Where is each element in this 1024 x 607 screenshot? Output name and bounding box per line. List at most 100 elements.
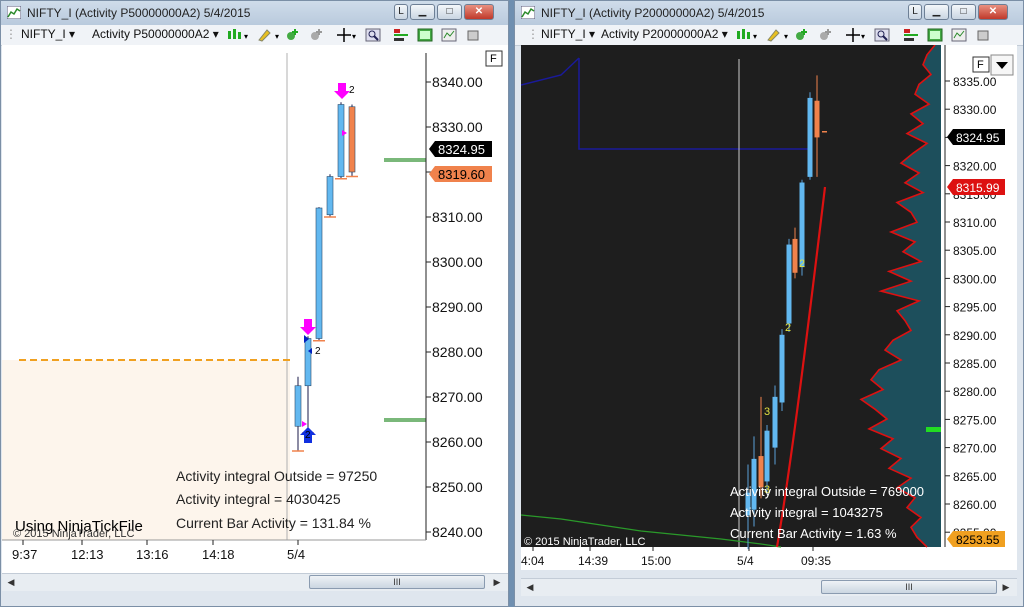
print-icon[interactable] [977,28,989,42]
scroll-thumb[interactable]: III [821,580,997,594]
print-icon[interactable] [467,28,479,42]
price-tick-label: 8265.00 [953,470,997,484]
minimize-button[interactable]: ▁ [410,4,435,20]
crosshair-icon[interactable]: ▾ [337,28,359,42]
right-horizontal-scrollbar[interactable]: ◀ III ▶ [521,578,1017,596]
price-tick-label: 8280.00 [953,385,997,399]
price-tick-label: 8260.00 [953,498,997,512]
price-tick-label: 8300.00 [953,272,997,286]
info-activity-outside: Activity integral Outside = 769000 [730,484,924,499]
strategy-icon[interactable] [309,28,325,42]
chart-app-icon [7,6,21,19]
time-tick-label: 12:13 [71,547,104,562]
up-candle [337,104,345,177]
price-tick-label: 8340.00 [432,74,483,90]
last-price-tag: 8324.95 [947,129,1005,145]
price-tick-label: 8305.00 [953,244,997,258]
maximize-button[interactable]: □ [951,4,976,20]
down-candle [348,106,356,173]
prev-price-label: 8319.60 [438,167,485,182]
svg-text:▾: ▾ [352,32,356,41]
red-price-tag: 8315.99 [947,179,1005,195]
time-tick-label: 5/4 [287,547,305,562]
draw-pencil-icon[interactable]: ▾ [257,28,283,42]
up-candle [294,385,302,427]
right-chart-window: NIFTY_I (Activity P20000000A2) 5/4/2015 … [514,0,1024,607]
properties-icon[interactable] [951,28,967,42]
left-chart-window: NIFTY_I (Activity P50000000A2) 5/4/2015 … [0,0,509,607]
price-tick-label: 8290.00 [432,299,483,315]
up-candle [315,207,323,339]
marker-count-label: 2 [349,85,355,96]
up-candle [779,334,785,403]
left-price-chart[interactable]: 2 2 2 8340.008330.008320.008310.008300.0… [2,45,508,573]
instrument-label: NIFTY_I [21,27,66,41]
info-current-bar-activity: Current Bar Activity = 131.84 % [176,515,371,531]
price-tick-label: 8290.00 [953,329,997,343]
svg-text:▾: ▾ [753,32,757,41]
scroll-thumb[interactable]: III [309,575,485,589]
chart-style-icon[interactable]: ▾ [735,28,761,42]
zoom-icon[interactable] [365,28,381,42]
left-toolbar: ⋮ NIFTY_I ▾ Activity P50000000A2 ▾ ▾ ▾ ▾ [1,25,508,46]
low-price-label: 8253.55 [956,533,1000,547]
left-horizontal-scrollbar[interactable]: ◀ III ▶ [2,573,508,591]
right-titlebar[interactable]: NIFTY_I (Activity P20000000A2) 5/4/2015 … [515,1,1023,25]
right-toolbar: ⋮ NIFTY_I ▾ Activity P20000000A2 ▾ ▾ ▾ ▾ [515,25,1023,46]
data-box-icon[interactable] [927,28,943,42]
crosshair-icon[interactable]: ▾ [846,28,868,42]
properties-icon[interactable] [441,28,457,42]
instrument-selector[interactable]: NIFTY_I ▾ [541,27,595,41]
minimize-button[interactable]: ▁ [924,4,949,20]
price-tick-label: 8310.00 [953,216,997,230]
marker-count-label: 2 [315,346,321,357]
time-tick-label: 14:18 [202,547,235,562]
strategy-icon[interactable] [818,28,834,42]
scroll-left-arrow[interactable]: ◀ [4,575,18,589]
time-tick-label: 15:00 [641,554,671,568]
price-tick-label: 8335.00 [953,75,997,89]
down-candle [814,100,820,138]
svg-text:▾: ▾ [861,32,865,41]
bar-count-label: 2 [799,258,805,270]
instrument-selector[interactable]: NIFTY_I ▾ [21,27,75,41]
time-tick-label: 4:04 [521,554,545,568]
maximize-button[interactable]: □ [437,4,462,20]
window-title: NIFTY_I (Activity P50000000A2) 5/4/2015 [27,6,251,20]
chart-style-icon[interactable]: ▾ [226,28,252,42]
bar-count-label: 3 [764,406,770,418]
svg-text:▾: ▾ [784,32,788,41]
link-button[interactable]: L [908,4,922,20]
link-button[interactable]: L [394,4,408,20]
add-indicator-icon[interactable] [794,28,810,42]
order-icon[interactable] [393,28,409,42]
order-icon[interactable] [903,28,919,42]
right-price-chart[interactable]: 2 2 3 3 8335.008330.008325.008320.008315… [521,45,1017,570]
draw-pencil-icon[interactable]: ▾ [766,28,792,42]
price-tick-label: 8320.00 [953,160,997,174]
indicator-selector[interactable]: Activity P50000000A2 ▾ [92,27,219,41]
svg-text:▾: ▾ [275,32,279,41]
price-tick-label: 8285.00 [953,357,997,371]
data-box-icon[interactable] [417,28,433,42]
scroll-right-arrow[interactable]: ▶ [999,580,1013,594]
svg-text:▾: ▾ [244,32,248,41]
indicator-selector[interactable]: Activity P20000000A2 ▾ [601,27,728,41]
last-price-label: 8324.95 [956,131,1000,145]
red-price-label: 8315.99 [956,181,1000,195]
activity-zone [2,360,290,540]
zoom-icon[interactable] [874,28,890,42]
close-button[interactable]: ✕ [978,4,1008,20]
f-button-label: F [490,53,497,65]
price-tick-label: 8270.00 [953,442,997,456]
scroll-left-arrow[interactable]: ◀ [523,580,537,594]
add-indicator-icon[interactable] [285,28,301,42]
price-tick-label: 8240.00 [432,524,483,540]
left-titlebar[interactable]: NIFTY_I (Activity P50000000A2) 5/4/2015 … [1,1,508,25]
up-candle [786,244,792,324]
close-button[interactable]: ✕ [464,4,494,20]
down-candle [758,456,764,488]
scroll-right-arrow[interactable]: ▶ [490,575,504,589]
info-activity-integral: Activity integral = 1043275 [730,505,883,520]
price-tick-label: 8310.00 [432,209,483,225]
